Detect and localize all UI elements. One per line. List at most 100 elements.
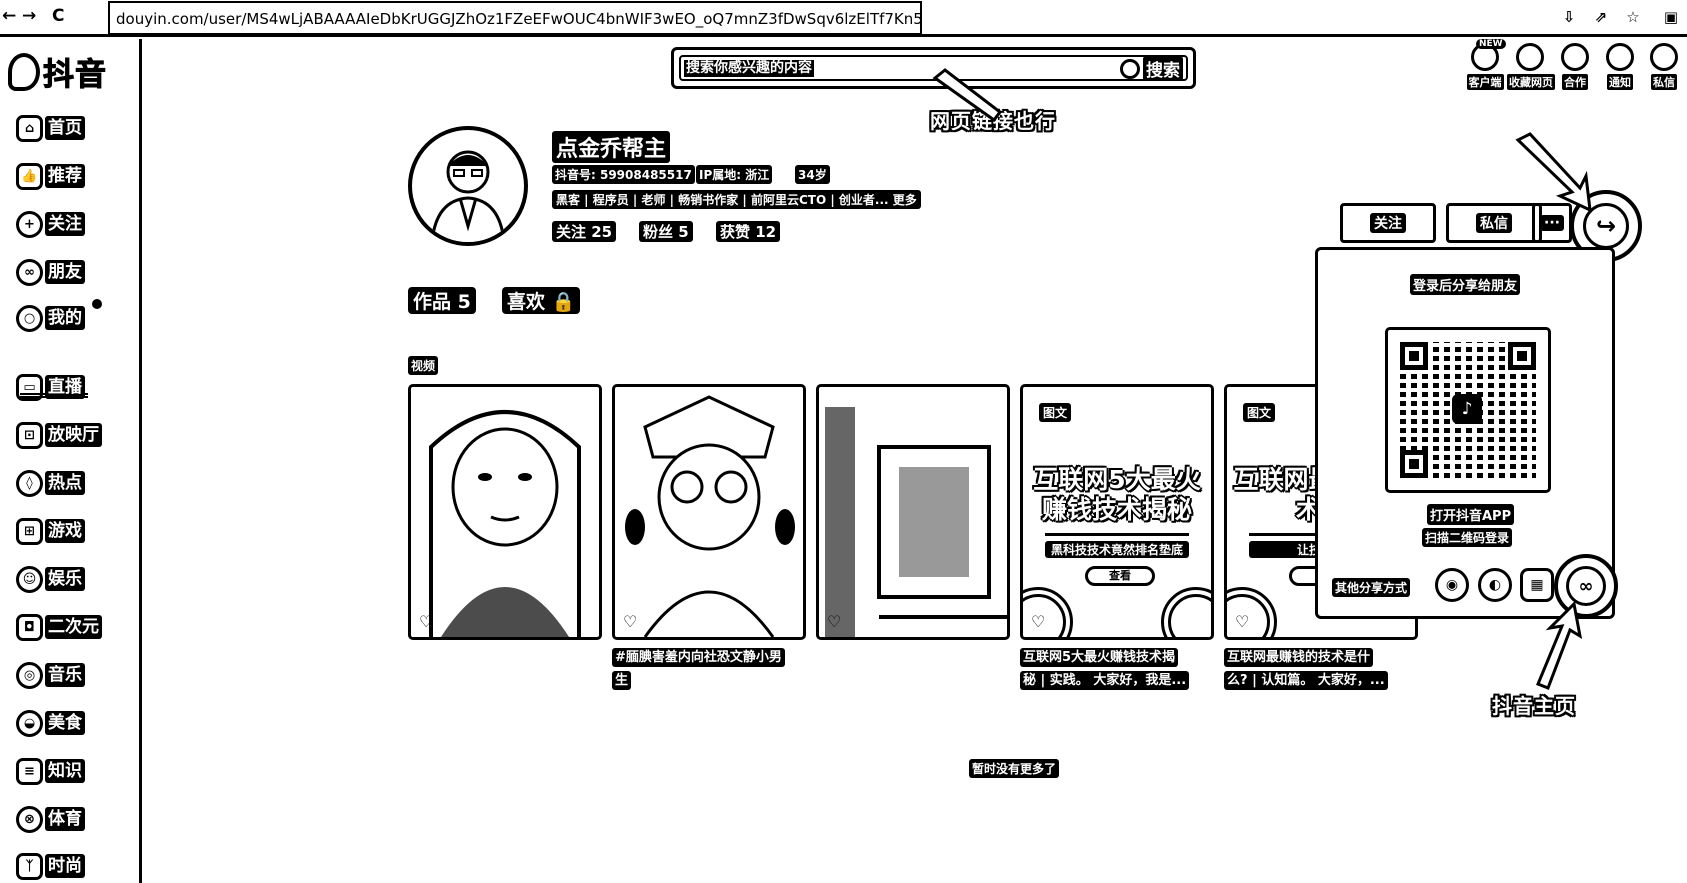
profile-bio[interactable]: 黑客 | 程序员 | 老师 | 畅销书作家 | 前阿里云CTO | 创业者...… xyxy=(552,190,921,209)
reading-list-icon[interactable]: ▣ xyxy=(1662,8,1680,26)
section-label-video: 视频 xyxy=(408,356,439,375)
notification-button[interactable]: 通知 xyxy=(1597,43,1643,90)
search-button-label: 搜索 xyxy=(1143,56,1183,81)
video-caption[interactable]: 互联网5大最火赚钱技术揭 xyxy=(1020,648,1179,667)
sidebar-item-label: 娱乐 xyxy=(45,567,85,591)
friends-icon: ∞ xyxy=(16,258,43,286)
book-icon: ≡ xyxy=(16,757,43,785)
qr-finder xyxy=(1400,450,1428,478)
video-card[interactable]: ♡ xyxy=(612,384,806,640)
cooperation-label: 合作 xyxy=(1562,74,1588,90)
sidebar-item-cinema[interactable]: ⊡ 放映厅 xyxy=(16,420,102,450)
message-button[interactable]: 私信 xyxy=(1446,203,1542,243)
client-download-button[interactable]: NEW 客户端 xyxy=(1462,39,1508,90)
anime-icon: ◘ xyxy=(16,613,43,641)
install-icon[interactable]: ⇩ xyxy=(1560,8,1578,26)
sidebar-item-label: 放映厅 xyxy=(45,423,102,447)
follow-icon: + xyxy=(16,210,43,238)
video-caption[interactable]: 生 xyxy=(612,671,632,690)
back-icon[interactable]: ← xyxy=(2,6,16,26)
heart-icon[interactable]: ♡ xyxy=(623,612,637,631)
more-button[interactable]: ··· xyxy=(1532,203,1572,243)
image-text-card[interactable]: 图文 互联网5大最火赚钱技术揭秘 黑科技技术竟然排名垫底 查看 ♡ xyxy=(1020,384,1214,640)
video-caption[interactable]: 么? | 认知篇。 大家好，... xyxy=(1224,671,1388,690)
sidebar-item-knowledge[interactable]: ≡ 知识 xyxy=(16,756,85,786)
shirt-icon: ᛉ xyxy=(16,852,43,880)
profile-nickname: 点金乔帮主 xyxy=(552,131,671,163)
card-subtitle: 黑科技技术竟然排名垫底 xyxy=(1045,541,1189,558)
cooperation-icon xyxy=(1561,43,1589,71)
sidebar-item-label: 关注 xyxy=(45,212,85,236)
annotation-home-note: 抖音主页 xyxy=(1492,694,1576,718)
qrcode-share-icon[interactable]: ▦ xyxy=(1520,568,1554,602)
client-label: 客户端 xyxy=(1466,74,1504,90)
sidebar-item-label: 知识 xyxy=(45,759,85,783)
age: 34岁 xyxy=(795,165,830,184)
card-headline: 互联网5大最火赚钱技术揭秘 xyxy=(1033,465,1201,524)
sidebar-item-game[interactable]: ⊞ 游戏 xyxy=(16,516,85,546)
sidebar-item-label: 时尚 xyxy=(45,854,85,878)
share-page-icon[interactable]: ⇗ xyxy=(1592,8,1610,26)
sidebar: 抖音 ⌂ 首页 👍 推荐 + 关注 ∞ 朋友 ○ 我的 ▭ 直播 ⊡ 放映厅 ◊… xyxy=(0,39,142,883)
search-icon xyxy=(1120,58,1140,79)
search-button[interactable]: 搜索 xyxy=(1120,56,1183,81)
search-input[interactable]: 搜索你感兴趣的内容 xyxy=(684,60,814,77)
video-caption[interactable]: 秘 | 实践。 大家好，我是... xyxy=(1020,671,1190,690)
heart-icon[interactable]: ♡ xyxy=(1235,612,1249,631)
sidebar-item-hot[interactable]: ◊ 热点 xyxy=(16,468,85,498)
video-thumbnail xyxy=(825,407,1007,637)
home-icon: ⌂ xyxy=(16,114,43,142)
tab-works[interactable]: 作品 5 xyxy=(408,287,476,314)
messages-label: 私信 xyxy=(1651,74,1677,90)
douyin-logo[interactable]: 抖音 xyxy=(8,49,107,94)
sidebar-item-entertainment[interactable]: ☺ 娱乐 xyxy=(16,564,85,594)
sidebar-item-label: 美食 xyxy=(45,711,85,735)
sidebar-item-music[interactable]: ◎ 音乐 xyxy=(16,660,85,690)
tab-liked-label: 喜欢 xyxy=(507,291,546,313)
video-card[interactable]: ♡ xyxy=(408,384,602,640)
hot-icon: ◊ xyxy=(16,469,43,497)
sidebar-item-home[interactable]: ⌂ 首页 xyxy=(16,113,85,143)
video-caption[interactable]: #腼腆害羞内向社恐文静小男 xyxy=(612,648,785,667)
sidebar-item-friends[interactable]: ∞ 朋友 xyxy=(16,257,85,287)
avatar[interactable] xyxy=(408,126,528,246)
link-icon: ∞ xyxy=(1566,566,1606,606)
reload-icon[interactable]: C xyxy=(52,6,64,26)
sidebar-item-anime[interactable]: ◘ 二次元 xyxy=(16,612,102,642)
open-app-text: 打开抖音APP xyxy=(1427,504,1515,525)
heart-icon[interactable]: ♡ xyxy=(827,612,841,631)
more-icon: ··· xyxy=(1540,215,1564,231)
food-icon: ◒ xyxy=(16,709,43,737)
tab-liked[interactable]: 喜欢 🔒 xyxy=(502,287,581,314)
search-bar[interactable]: 搜索你感兴趣的内容 搜索 xyxy=(671,47,1196,89)
sidebar-item-live[interactable]: ▭ 直播 xyxy=(16,372,85,402)
video-caption[interactable]: 互联网最赚钱的技术是什 xyxy=(1224,648,1374,667)
qq-share-icon[interactable]: ◐ xyxy=(1478,568,1512,602)
bookmark-star-icon[interactable]: ☆ xyxy=(1624,8,1642,26)
address-bar[interactable]: douyin.com/user/MS4wLjABAAAAIeDbKrUGGJZh… xyxy=(108,1,922,35)
sidebar-item-recommend[interactable]: 👍 推荐 xyxy=(16,161,85,191)
heart-icon[interactable]: ♡ xyxy=(1031,612,1045,631)
sidebar-item-fashion[interactable]: ᛉ 时尚 xyxy=(16,851,85,881)
forward-icon[interactable]: → xyxy=(22,6,36,26)
sidebar-item-label: 热点 xyxy=(45,471,85,495)
video-card[interactable]: ♡ xyxy=(816,384,1010,640)
sidebar-item-food[interactable]: ◒ 美食 xyxy=(16,708,85,738)
followers-count[interactable]: 粉丝 5 xyxy=(639,221,693,242)
messages-button[interactable]: 私信 xyxy=(1641,43,1687,90)
following-count[interactable]: 关注 25 xyxy=(552,221,617,242)
bookmark-page-button[interactable]: 收藏网页 xyxy=(1507,43,1555,90)
heart-icon[interactable]: ♡ xyxy=(419,612,433,631)
bookmark-label: 收藏网页 xyxy=(1507,74,1555,90)
sidebar-item-sports[interactable]: ⊗ 体育 xyxy=(16,804,85,834)
copy-link-button[interactable]: ∞ xyxy=(1554,554,1618,618)
sidebar-item-mine[interactable]: ○ 我的 xyxy=(16,299,102,333)
smile-icon: ☺ xyxy=(16,565,43,593)
follow-button[interactable]: 关注 xyxy=(1340,203,1436,243)
wechat-share-icon[interactable]: ◉ xyxy=(1435,568,1469,602)
sidebar-item-label: 体育 xyxy=(45,807,85,831)
sidebar-item-follow[interactable]: + 关注 xyxy=(16,209,85,239)
cooperation-button[interactable]: 合作 xyxy=(1552,43,1598,90)
ball-icon: ⊗ xyxy=(16,805,43,833)
sidebar-item-label: 二次元 xyxy=(45,615,102,639)
